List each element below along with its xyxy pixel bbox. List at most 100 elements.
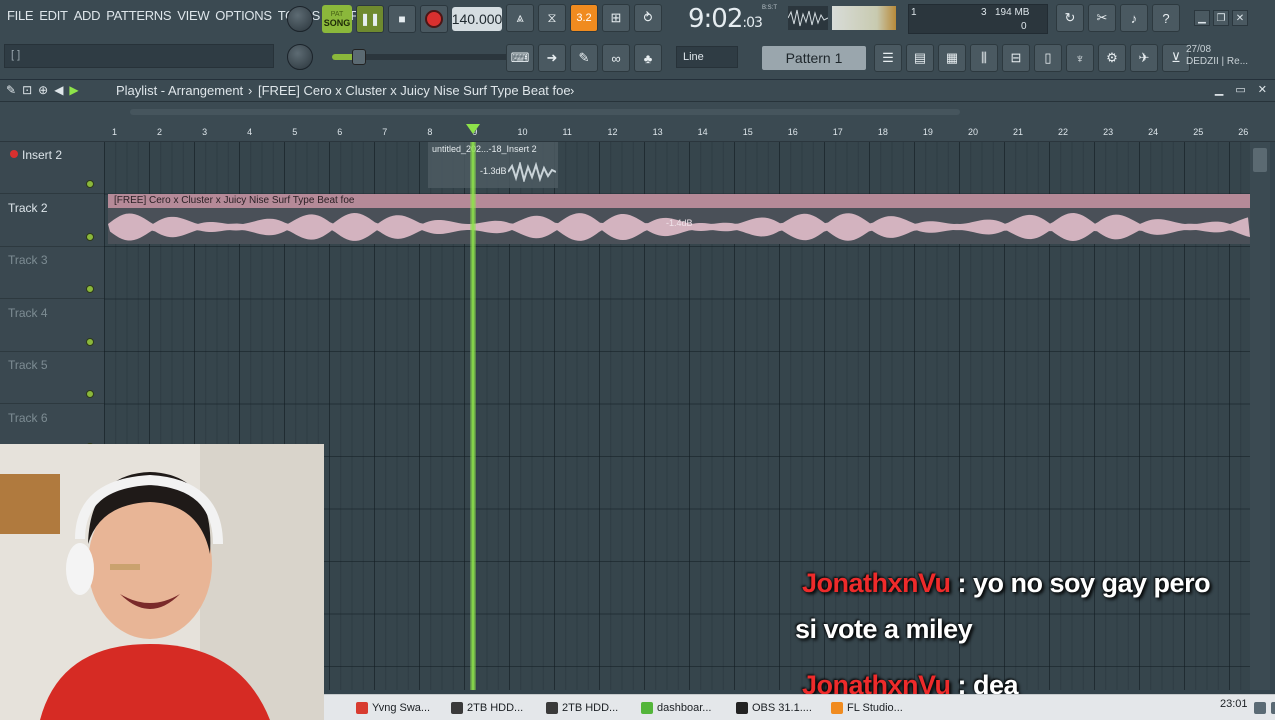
minimize-button[interactable]: ▁ <box>1194 10 1210 26</box>
vertical-scrollbar[interactable] <box>1250 142 1270 690</box>
breadcrumb-separator: › <box>248 83 253 98</box>
main-toolbar: FILEEDITADDPATTERNSVIEWOPTIONSTOOLSHELP … <box>0 0 1275 80</box>
taskbar-item[interactable]: Yvng Swa... <box>352 698 434 718</box>
tempo-display[interactable]: 140.000 <box>452 7 502 31</box>
ruler-bar-number: 10 <box>517 127 528 137</box>
track-enable-led-icon[interactable] <box>86 285 94 293</box>
streamer-image <box>0 444 324 720</box>
playlist-close-icon[interactable]: ✕ <box>1258 83 1267 96</box>
ruler-bar-number: 13 <box>652 127 663 137</box>
taskbar-item-label: dashboar... <box>657 702 712 714</box>
tray-icon[interactable] <box>1254 702 1266 714</box>
taskbar-item[interactable]: OBS 31.1.... <box>732 698 816 718</box>
play-pause-button[interactable]: ❚❚ <box>356 5 384 33</box>
playlist-icon[interactable]: ☰ <box>874 44 902 72</box>
taskbar-item[interactable]: 2TB HDD... <box>447 698 527 718</box>
loop-record-icon[interactable]: ⊞ <box>602 4 630 32</box>
master-pitch-knob[interactable] <box>287 44 313 70</box>
maximize-button[interactable]: ❐ <box>1213 10 1229 26</box>
main-volume-slider[interactable] <box>332 49 512 65</box>
track-header[interactable]: Insert 2 <box>0 142 104 194</box>
snap-button[interactable]: 3.2 <box>570 4 598 32</box>
ruler-bar-number: 11 <box>562 127 572 137</box>
undo-icon[interactable]: ↻ <box>1056 4 1084 32</box>
arrangement-name[interactable]: [FREE] Cero x Cluster x Juicy Nise Surf … <box>258 83 571 98</box>
select-tool-icon[interactable]: ⊡ <box>22 83 32 97</box>
taskbar-item[interactable]: 2TB HDD... <box>542 698 622 718</box>
pattern-selector[interactable]: Pattern 1 <box>762 46 866 70</box>
track-enable-led-icon[interactable] <box>86 337 94 346</box>
ruler-bar-number: 19 <box>922 127 933 137</box>
taskbar-item[interactable]: dashboar... <box>637 698 715 718</box>
track-header[interactable]: Track 2 <box>0 195 104 247</box>
ruler-bar-number: 23 <box>1103 127 1114 137</box>
news-panel[interactable]: 27/08 DEDZII | Re... <box>1186 44 1272 72</box>
file-icon[interactable]: ▯ <box>1034 44 1062 72</box>
record-tools: ⩓ ⧖ 3.2 ⊞ ⥁ <box>506 4 662 32</box>
menu-item-add[interactable]: ADD <box>71 8 104 23</box>
step-arrow-icon[interactable]: ➜ <box>538 44 566 72</box>
scissors-icon[interactable]: ✂ <box>1088 4 1116 32</box>
track-enable-led-icon[interactable] <box>86 232 94 241</box>
plugin-icon[interactable]: ♆ <box>1066 44 1094 72</box>
track-name: Track 5 <box>8 358 48 372</box>
pat-song-toggle[interactable]: PAT SONG <box>322 5 352 33</box>
master-volume-knob[interactable] <box>287 6 313 32</box>
blend-notes-icon[interactable]: ⥁ <box>634 4 662 32</box>
taskbar-item[interactable]: FL Studio... <box>827 698 907 718</box>
menu-item-patterns[interactable]: PATTERNS <box>103 8 174 23</box>
playlist-title: Playlist - Arrangement <box>116 83 244 98</box>
metronome-icon[interactable]: ⩓ <box>506 4 534 32</box>
microphone-icon[interactable]: ♪ <box>1120 4 1148 32</box>
record-button[interactable] <box>420 5 448 33</box>
playlist-maximize-icon[interactable]: ▭ <box>1235 83 1245 96</box>
help-icon[interactable]: ? <box>1152 4 1180 32</box>
menu-item-edit[interactable]: EDIT <box>36 8 70 23</box>
browser-icon[interactable]: ⊟ <box>1002 44 1030 72</box>
ruler-bar-number: 25 <box>1193 127 1204 137</box>
ruler-bar-number: 8 <box>427 127 433 137</box>
speaker-icon[interactable]: ◀ <box>54 83 63 97</box>
transport-panel: PAT SONG ❚❚ ■ 140.000 <box>322 4 502 34</box>
zoom-tool-icon[interactable]: ⊕ <box>38 83 48 97</box>
brush-icon[interactable]: ✎ <box>570 44 598 72</box>
menu-item-file[interactable]: FILE <box>4 8 36 23</box>
snap-mode-select[interactable]: Line <box>676 46 738 68</box>
wrench-icon[interactable]: ⚙ <box>1098 44 1126 72</box>
menu-item-options[interactable]: OPTIONS <box>212 8 274 23</box>
tray-icon[interactable] <box>1271 702 1275 714</box>
play-arrow-icon[interactable]: ▶ <box>69 83 78 97</box>
view-tools: ⌨ ➜ ✎ ∞ ♣ <box>506 44 662 72</box>
track-header[interactable]: Track 4 <box>0 300 104 352</box>
audio-clip-insert[interactable]: untitled_202...-18_Insert 2 -1.3dB <box>428 142 558 188</box>
bird-icon[interactable]: ✈ <box>1130 44 1158 72</box>
track-enable-led-icon[interactable] <box>86 390 94 398</box>
playhead-marker-icon[interactable] <box>466 124 480 134</box>
channel-rack-icon[interactable]: ▦ <box>938 44 966 72</box>
ruler-bar-number: 20 <box>967 127 978 137</box>
close-button[interactable]: ✕ <box>1232 10 1248 26</box>
horizontal-scrollbar[interactable] <box>130 109 960 115</box>
menu-item-view[interactable]: VIEW <box>174 8 212 23</box>
typing-keyboard-icon[interactable]: ⌨ <box>506 44 534 72</box>
track-header[interactable]: Track 5 <box>0 352 104 404</box>
mixer-icon[interactable]: ⫼ <box>970 44 998 72</box>
track-header[interactable]: Track 3 <box>0 247 104 299</box>
audio-clip-main[interactable]: [FREE] Cero x Cluster x Juicy Nise Surf … <box>108 194 1250 244</box>
stop-button[interactable]: ■ <box>388 5 416 33</box>
piano-roll-icon[interactable]: ▤ <box>906 44 934 72</box>
link-icon[interactable]: ∞ <box>602 44 630 72</box>
wait-for-input-icon[interactable]: ⧖ <box>538 4 566 32</box>
playhead[interactable] <box>470 142 476 690</box>
draw-tool-icon[interactable]: ✎ <box>6 83 16 97</box>
cpu-memory-panel: 1 3 194 MB 0 <box>908 4 1048 34</box>
window-controls: ▁ ❐ ✕ <box>1194 10 1248 26</box>
stamp-icon[interactable]: ♣ <box>634 44 662 72</box>
track-name: Track 2 <box>8 200 48 215</box>
clip-gain: -1.3dB <box>480 166 507 176</box>
playlist-minimize-icon[interactable]: ▁ <box>1215 83 1223 96</box>
mute-icon[interactable] <box>10 150 18 158</box>
taskbar-item-label: 2TB HDD... <box>467 702 524 714</box>
timeline-ruler[interactable]: 1 2 3 4 5 6 7 8 9 10 11 12 13 14 15 16 17 18 19 20 21 22 23 24 2… <box>0 124 1275 142</box>
track-enable-led-icon[interactable] <box>86 180 94 188</box>
